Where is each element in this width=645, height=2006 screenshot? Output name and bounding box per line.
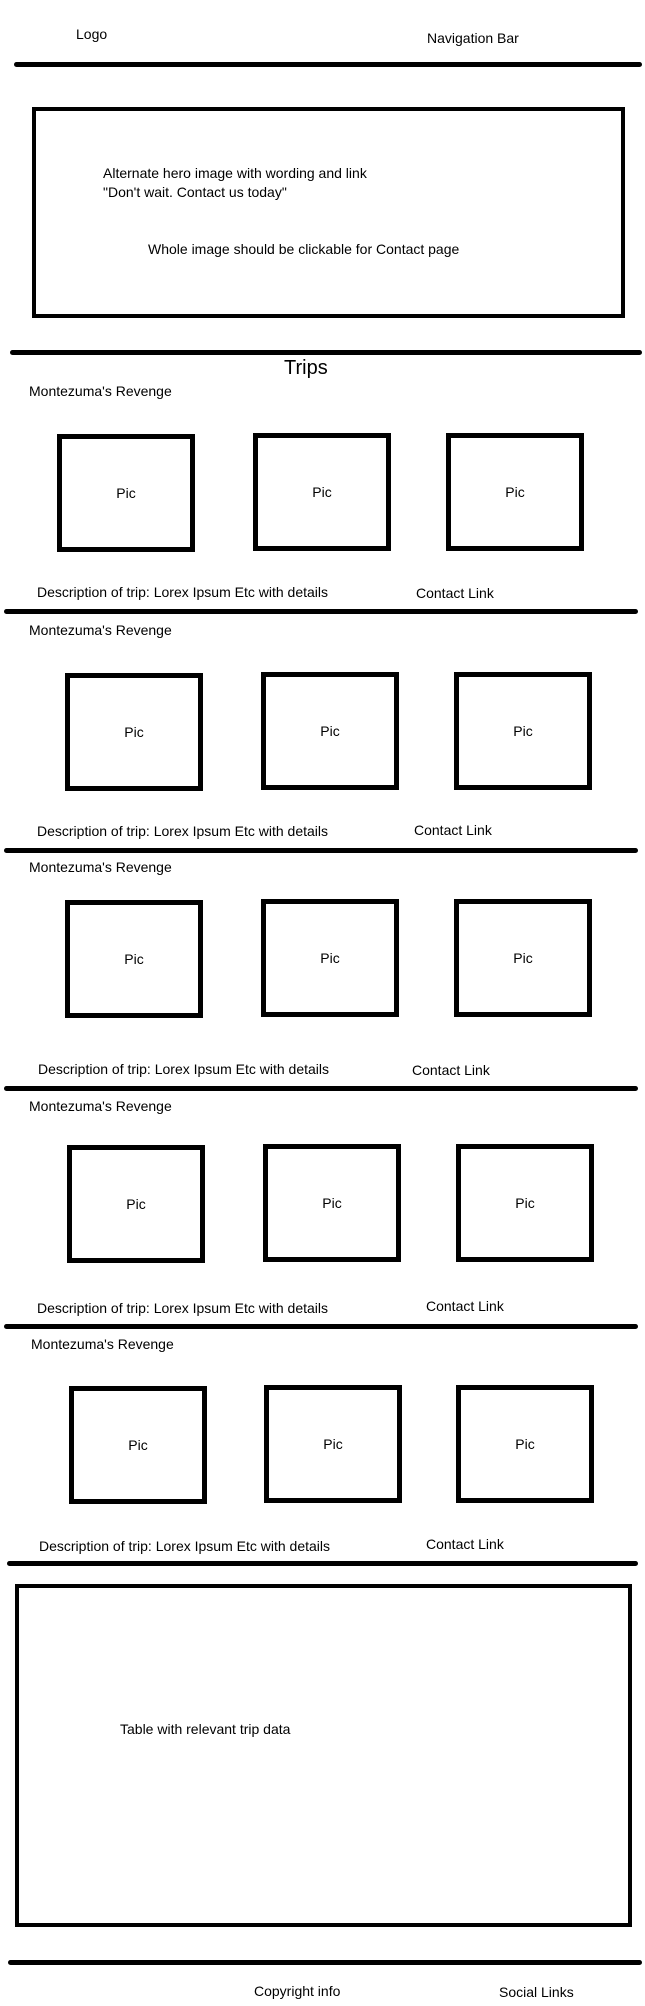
pic-label: Pic xyxy=(128,1437,148,1453)
trip-5-description: Description of trip: Lorex Ipsum Etc wit… xyxy=(39,1538,331,1554)
hero-image-box[interactable] xyxy=(32,107,625,318)
pic-label: Pic xyxy=(320,723,340,739)
trip-4-description: Description of trip: Lorex Ipsum Etc wit… xyxy=(37,1300,329,1316)
trips-heading: Trips xyxy=(284,357,328,379)
navigation-bar-label[interactable]: Navigation Bar xyxy=(427,29,519,47)
header-divider xyxy=(14,62,642,67)
pic-label: Pic xyxy=(312,484,332,500)
trip-4-pic-1: Pic xyxy=(67,1145,205,1263)
trip-2-divider xyxy=(4,848,638,853)
trip-3-pic-2: Pic xyxy=(261,899,399,1017)
pic-label: Pic xyxy=(505,484,525,500)
trip-1-description: Description of trip: Lorex Ipsum Etc wit… xyxy=(37,584,329,600)
trip-4-pic-3: Pic xyxy=(456,1144,594,1262)
pic-label: Pic xyxy=(126,1196,146,1212)
trip-5-pic-1: Pic xyxy=(69,1386,207,1504)
trip-3-divider xyxy=(4,1086,638,1091)
trip-5-pic-2: Pic xyxy=(264,1385,402,1503)
hero-note: Whole image should be clickable for Cont… xyxy=(148,241,460,257)
trip-4-pic-2: Pic xyxy=(263,1144,401,1262)
pic-label: Pic xyxy=(323,1436,343,1452)
logo-label[interactable]: Logo xyxy=(76,25,107,43)
trip-1-name: Montezuma's Revenge xyxy=(29,383,172,399)
pic-label: Pic xyxy=(116,485,136,501)
pic-label: Pic xyxy=(322,1195,342,1211)
trip-data-table-box xyxy=(15,1584,632,1927)
trip-3-contact-link[interactable]: Contact Link xyxy=(412,1061,490,1079)
trip-1-divider xyxy=(4,609,638,614)
hero-text-line-1: Alternate hero image with wording and li… xyxy=(103,165,367,181)
pic-label: Pic xyxy=(515,1436,535,1452)
trip-2-name: Montezuma's Revenge xyxy=(29,622,172,638)
hero-divider xyxy=(10,350,642,355)
trip-2-contact-link[interactable]: Contact Link xyxy=(414,821,492,839)
table-label: Table with relevant trip data xyxy=(120,1721,291,1737)
social-links[interactable]: Social Links xyxy=(499,1983,574,2001)
trip-4-name: Montezuma's Revenge xyxy=(29,1098,172,1114)
trip-5-divider xyxy=(7,1561,638,1566)
trip-2-pic-2: Pic xyxy=(261,672,399,790)
footer-divider xyxy=(8,1960,642,1965)
trip-5-contact-link[interactable]: Contact Link xyxy=(426,1535,504,1553)
pic-label: Pic xyxy=(515,1195,535,1211)
pic-label: Pic xyxy=(124,951,144,967)
trip-2-description: Description of trip: Lorex Ipsum Etc wit… xyxy=(37,823,329,839)
trip-4-divider xyxy=(4,1324,638,1329)
trip-1-pic-3: Pic xyxy=(446,433,584,551)
trip-5-pic-3: Pic xyxy=(456,1385,594,1503)
pic-label: Pic xyxy=(124,724,144,740)
trip-2-pic-3: Pic xyxy=(454,672,592,790)
pic-label: Pic xyxy=(513,723,533,739)
pic-label: Pic xyxy=(320,950,340,966)
trip-3-pic-3: Pic xyxy=(454,899,592,1017)
trip-2-pic-1: Pic xyxy=(65,673,203,791)
trip-3-pic-1: Pic xyxy=(65,900,203,1018)
trip-3-description: Description of trip: Lorex Ipsum Etc wit… xyxy=(38,1061,330,1077)
trip-4-contact-link[interactable]: Contact Link xyxy=(426,1297,504,1315)
trip-1-contact-link[interactable]: Contact Link xyxy=(416,584,494,602)
hero-text-line-2[interactable]: "Don't wait. Contact us today" xyxy=(103,183,287,201)
trip-1-pic-1: Pic xyxy=(57,434,195,552)
trip-1-pic-2: Pic xyxy=(253,433,391,551)
trip-3-name: Montezuma's Revenge xyxy=(29,859,172,875)
trip-5-name: Montezuma's Revenge xyxy=(31,1336,174,1352)
copyright-info: Copyright info xyxy=(254,1983,341,1999)
pic-label: Pic xyxy=(513,950,533,966)
